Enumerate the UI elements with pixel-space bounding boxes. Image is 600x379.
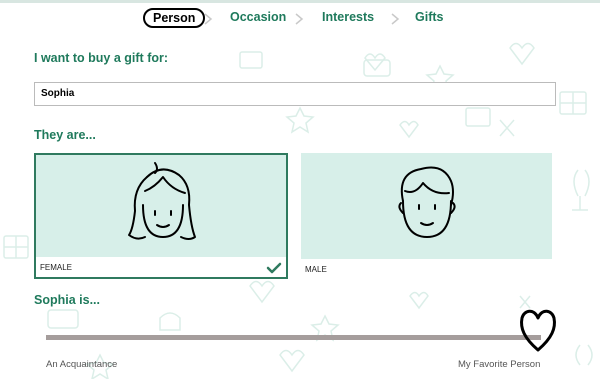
option-footer: MALE xyxy=(301,259,552,279)
gender-option-female[interactable]: FEMALE xyxy=(34,153,288,279)
gender-label-male: MALE xyxy=(305,265,327,274)
top-border xyxy=(0,0,600,3)
step-navigation: Person Occasion Interests Gifts xyxy=(0,6,600,32)
female-face-icon xyxy=(128,162,196,240)
closeness-min-label: An Acquaintance xyxy=(46,359,118,370)
check-icon xyxy=(266,262,282,274)
closeness-max-label: My Favorite Person xyxy=(458,359,541,370)
step-interests[interactable]: Interests xyxy=(322,10,374,24)
male-face-icon xyxy=(398,166,456,238)
option-footer: FEMALE xyxy=(36,257,286,277)
they-are-heading: They are... xyxy=(34,128,96,142)
closeness-heading: Sophia is... xyxy=(34,293,100,307)
buy-for-heading: I want to buy a gift for: xyxy=(34,51,169,65)
step-gifts[interactable]: Gifts xyxy=(415,10,443,24)
gender-label-female: FEMALE xyxy=(40,263,73,272)
recipient-name-input[interactable]: Sophia xyxy=(34,82,556,106)
step-occasion[interactable]: Occasion xyxy=(230,10,286,24)
chevron-right-icon xyxy=(204,13,213,25)
closeness-slider-track[interactable] xyxy=(46,335,541,340)
gender-option-male[interactable]: MALE xyxy=(301,153,552,279)
step-person[interactable]: Person xyxy=(143,8,206,28)
chevron-right-icon xyxy=(391,13,400,25)
chevron-right-icon xyxy=(295,13,304,25)
heart-slider-handle-icon[interactable] xyxy=(518,306,558,352)
